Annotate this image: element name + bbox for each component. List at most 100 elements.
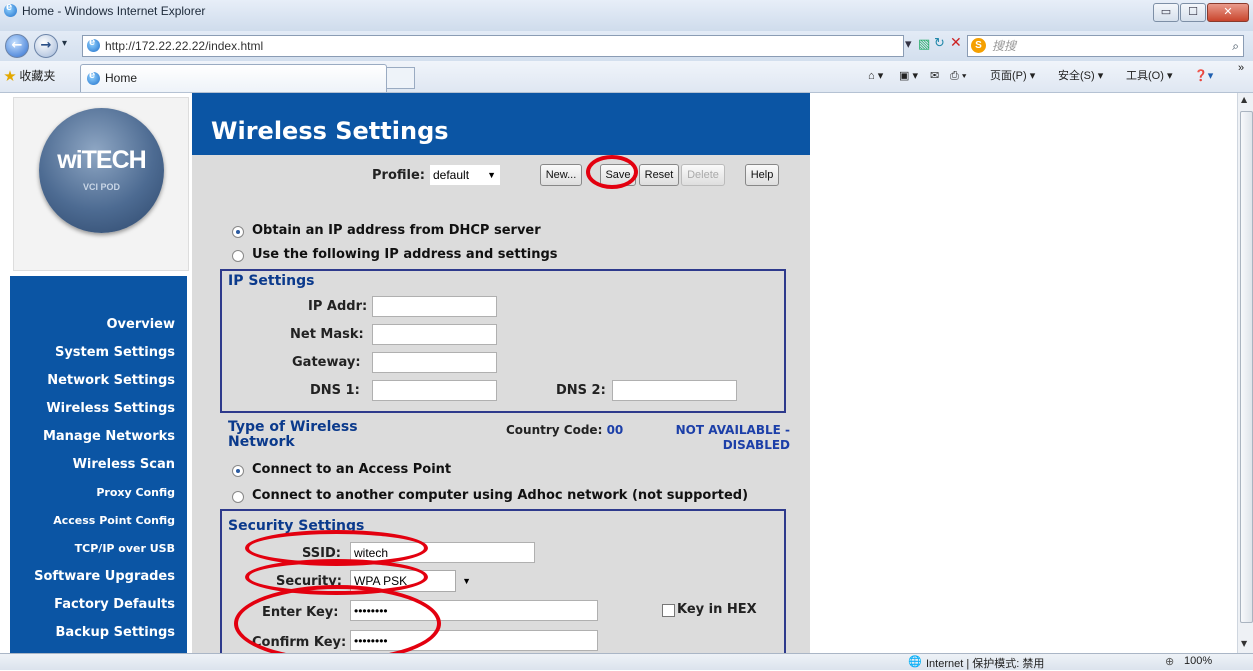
sidebar-item-manage-networks[interactable]: Manage Networks [43,429,175,444]
new-button[interactable]: New... [540,164,582,186]
page-title: Wireless Settings [211,117,449,145]
internet-zone-icon: 🌐 [908,656,922,668]
key-in-hex-checkbox[interactable] [662,604,675,617]
dhcp-option-label: Obtain an IP address from DHCP server [252,223,541,238]
home-icon[interactable]: ⌂ ▾ [868,61,883,91]
adhoc-radio[interactable] [232,491,244,503]
page-icon [87,36,100,52]
ssid-label: SSID: [302,546,341,561]
delete-button[interactable]: Delete [681,164,725,186]
static-ip-radio[interactable] [232,250,244,262]
security-select[interactable]: WPA PSK ▼ [350,570,471,592]
confirm-key-input[interactable]: •••••••• [350,630,598,651]
print-icon[interactable]: ⎙ ▾ [950,61,966,91]
sidebar-item-backup-settings[interactable]: Backup Settings [56,625,175,640]
tab-home[interactable]: Home [80,64,387,92]
access-point-radio[interactable] [232,465,244,477]
minimize-button[interactable]: ▭ [1153,3,1179,22]
enter-key-input[interactable]: •••••••• [350,600,598,621]
sidebar-item-factory-defaults[interactable]: Factory Defaults [54,597,175,612]
sidebar-item-wireless-scan[interactable]: Wireless Scan [73,457,175,472]
mail-icon[interactable]: ✉ [930,61,939,91]
favorites-label: 收藏夹 [19,69,56,83]
country-code-value: 00 [606,423,624,437]
reset-button[interactable]: Reset [639,164,679,186]
search-input[interactable]: S 搜搜 ⌕ [967,35,1244,57]
save-button[interactable]: Save [600,164,636,186]
security-label: Security: [276,574,342,589]
sidebar-item-network-settings[interactable]: Network Settings [47,373,175,388]
ip-addr-label: IP Addr: [308,299,368,314]
refresh-icon[interactable]: ↻ [934,36,945,51]
network-type-title-line1: Type of Wireless [228,419,358,435]
maximize-button[interactable]: ☐ [1180,3,1206,22]
logo-text: wiTECH [57,146,146,174]
profile-label: Profile: [372,168,425,183]
help-button[interactable]: Help [745,164,779,186]
wireless-status: NOT AVAILABLE - DISABLED [650,423,790,453]
sidebar-item-overview[interactable]: Overview [106,317,175,332]
ssid-input[interactable]: witech [350,542,535,563]
history-dropdown-icon[interactable]: ▾ [62,38,67,49]
sidebar-item-software-upgrades[interactable]: Software Upgrades [34,569,175,584]
address-toolbar: ← → ▾ http://172.22.22.22/index.html ▾ ▧… [0,31,1253,61]
stop-icon[interactable]: ✕ [950,35,962,51]
toolbar-overflow-icon[interactable]: » [1238,53,1244,83]
feeds-icon[interactable]: ▣ ▾ [899,61,918,91]
new-tab-button[interactable] [386,67,415,89]
dns1-input[interactable] [372,380,497,401]
ip-settings-group: IP Settings IP Addr: Net Mask: Gateway: … [220,269,786,413]
net-mask-input[interactable] [372,324,497,345]
vertical-scrollbar[interactable]: ▲ ▼ [1237,93,1253,653]
back-button[interactable]: ← [5,34,29,58]
dns2-input[interactable] [612,380,737,401]
ie-logo-icon [4,1,17,17]
close-button[interactable]: ✕ [1207,3,1249,22]
confirm-key-label: Confirm Key: [252,635,347,650]
scroll-up-icon[interactable]: ▲ [1241,95,1247,104]
url-dropdown-icon[interactable]: ▾ [905,37,912,52]
zoom-icon[interactable]: ⊕ [1165,655,1174,668]
sidebar-item-tcpip-over-usb[interactable]: TCP/IP over USB [75,542,175,555]
page-menu[interactable]: 页面(P) ▾ [990,61,1035,91]
enter-key-value: •••••••• [354,604,388,618]
wireless-status-line2: DISABLED [722,438,790,452]
sidebar-item-system-settings[interactable]: System Settings [55,345,175,360]
ip-addr-input[interactable] [372,296,497,317]
access-point-option-label: Connect to an Access Point [252,462,452,477]
network-type-title: Type of Wireless Network [228,420,358,450]
enter-key-label: Enter Key: [262,605,339,620]
net-mask-label: Net Mask: [290,327,364,342]
tools-menu[interactable]: 工具(O) ▾ [1126,61,1172,91]
sidebar-item-wireless-settings[interactable]: Wireless Settings [46,401,175,416]
witech-logo: wiTECH VCI POD [39,108,164,233]
ip-settings-title: IP Settings [228,273,315,289]
wireless-status-line1: NOT AVAILABLE - [675,423,790,437]
status-bar: 🌐 Internet | 保护模式: 禁用 ⊕ 100% [0,653,1253,670]
star-icon: ★ [4,69,17,83]
zoom-level[interactable]: 100% [1184,655,1212,667]
confirm-key-value: •••••••• [354,634,388,648]
profile-select[interactable]: default ▼ [430,165,500,185]
safety-menu[interactable]: 安全(S) ▾ [1058,61,1103,91]
forward-button[interactable]: → [34,34,58,58]
search-provider-icon: S [971,38,986,53]
scroll-thumb[interactable] [1240,111,1253,623]
favorites-button[interactable]: ★ 收藏夹 [4,61,55,91]
window-title: Home - Windows Internet Explorer [22,4,206,18]
country-code-label: Country Code: 00 [506,423,623,437]
chevron-down-icon: ▼ [462,576,471,586]
gateway-input[interactable] [372,352,497,373]
help-icon[interactable]: ❓▾ [1194,61,1213,91]
main-panel: Wireless Settings Profile: default ▼ New… [192,93,810,653]
sidebar-item-access-point-config[interactable]: Access Point Config [53,514,175,527]
ssid-value: witech [354,546,389,560]
scroll-down-icon[interactable]: ▼ [1241,639,1247,648]
logo-subtitle: VCI POD [82,182,120,192]
compat-view-icon[interactable]: ▧ [918,37,930,52]
page-viewport: wiTECH VCI POD Overview System Settings … [10,93,1237,653]
url-input[interactable]: http://172.22.22.22/index.html [82,35,904,57]
sidebar-item-proxy-config[interactable]: Proxy Config [96,486,175,499]
dhcp-radio[interactable] [232,226,244,238]
url-text: http://172.22.22.22/index.html [105,39,264,53]
